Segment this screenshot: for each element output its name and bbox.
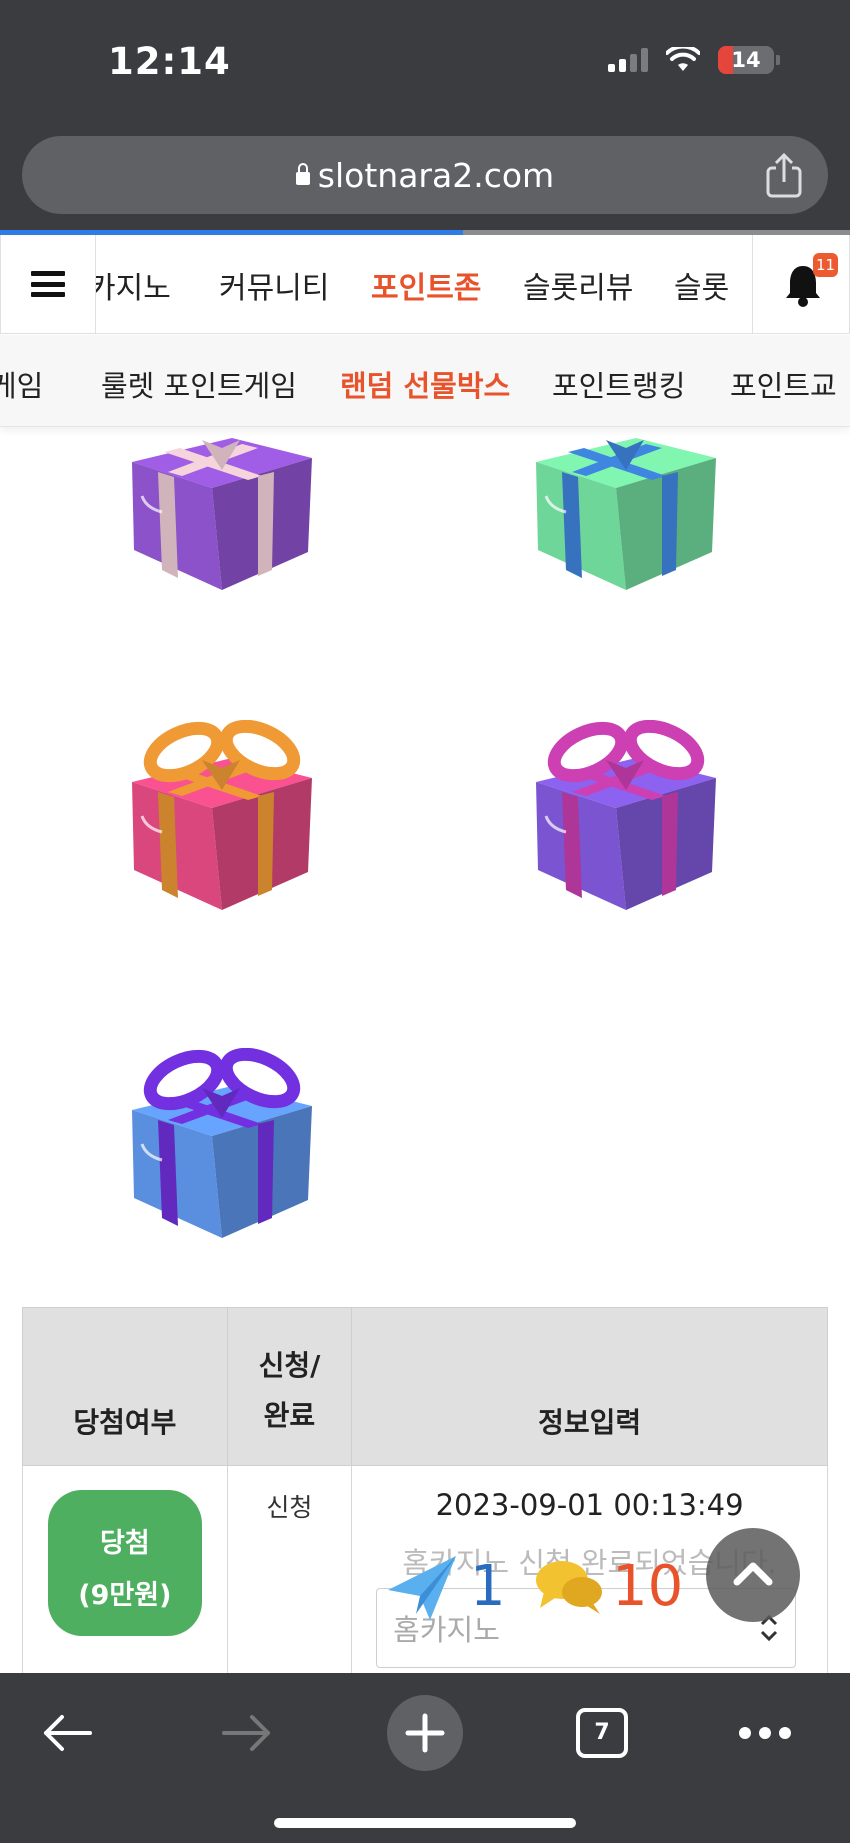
main-nav: 카지노 커뮤니티 포인트존 슬롯리뷰 슬롯 11 — [0, 235, 850, 334]
main-nav-scroll[interactable]: 카지노 커뮤니티 포인트존 슬롯리뷰 슬롯 — [96, 235, 752, 334]
win-badge: 당첨 (9만원) — [47, 1490, 202, 1636]
win-label: 당첨 — [100, 1528, 150, 1559]
status-time: 12:14 — [108, 40, 231, 83]
browser-top-bar: 12:14 14 slotnara2.com — [0, 0, 850, 235]
message-count: 1 — [470, 1554, 506, 1619]
more-options-icon[interactable] — [738, 1725, 792, 1741]
sub-nav-item-point-exchange[interactable]: 포인트교 — [730, 363, 837, 405]
gift-box-1[interactable] — [122, 400, 332, 610]
tabs-button[interactable]: 7 — [576, 1708, 628, 1758]
gift-box-4[interactable] — [526, 720, 736, 930]
status-icons: 14 — [608, 46, 780, 74]
forward-arrow-icon[interactable] — [220, 1713, 272, 1753]
header-result: 당첨여부 — [22, 1307, 228, 1466]
nav-item-casino[interactable]: 카지노 — [96, 263, 171, 307]
nav-item-community[interactable]: 커뮤니티 — [219, 263, 329, 307]
lock-icon — [295, 163, 310, 185]
result-table: 당첨여부 신청/ 완료 정보입력 당첨 (9만원) 신청 2023-09-01 … — [22, 1307, 828, 1686]
menu-button[interactable] — [0, 235, 96, 334]
nav-item-point-zone[interactable]: 포인트존 — [371, 263, 481, 307]
gift-box-5[interactable] — [122, 1048, 332, 1258]
status-text: 신청 — [266, 1493, 313, 1522]
url-text: slotnara2.com — [317, 156, 555, 195]
nav-item-slot[interactable]: 슬롯 — [674, 263, 729, 307]
gift-box-3[interactable] — [122, 720, 332, 930]
notification-badge: 11 — [813, 253, 839, 277]
share-icon[interactable] — [762, 152, 806, 198]
cellular-signal-icon — [608, 48, 648, 72]
battery-icon: 14 — [718, 46, 774, 74]
gift-box-2[interactable] — [526, 400, 736, 610]
chat-count: 10 — [612, 1554, 684, 1619]
back-arrow-icon[interactable] — [42, 1713, 94, 1753]
address-bar[interactable]: slotnara2.com — [22, 136, 828, 214]
battery-level: 14 — [731, 48, 761, 72]
paper-plane-icon[interactable] — [386, 1552, 458, 1622]
header-status: 신청/ 완료 — [226, 1307, 353, 1466]
table-header-row: 당첨여부 신청/ 완료 정보입력 — [22, 1307, 828, 1466]
sub-nav-item-random-gift[interactable]: 랜덤 선물박스 — [340, 363, 510, 405]
sub-nav-item-ranking[interactable]: 포인트랭킹 — [552, 363, 685, 405]
chevron-up-icon — [733, 1562, 773, 1586]
home-indicator — [274, 1818, 576, 1828]
chat-bubbles-icon[interactable] — [534, 1558, 604, 1616]
sub-nav-item-roulette[interactable]: 룰렛 포인트게임 — [101, 363, 297, 405]
win-amount: (9만원) — [78, 1580, 172, 1611]
new-tab-button[interactable] — [387, 1695, 463, 1771]
hamburger-icon — [31, 271, 65, 297]
header-info: 정보입력 — [351, 1307, 828, 1466]
plus-icon — [405, 1713, 445, 1753]
sub-nav-item-game[interactable]: 게임 — [0, 363, 43, 405]
browser-bottom-toolbar: 7 — [0, 1673, 850, 1843]
entry-datetime: 2023-09-01 00:13:49 — [435, 1488, 744, 1522]
scroll-to-top-button[interactable] — [706, 1528, 800, 1622]
floating-stats: 1 10 — [386, 1552, 696, 1622]
wifi-icon — [666, 47, 700, 71]
notification-button[interactable]: 11 — [752, 235, 850, 334]
nav-item-slot-review[interactable]: 슬롯리뷰 — [523, 263, 633, 307]
